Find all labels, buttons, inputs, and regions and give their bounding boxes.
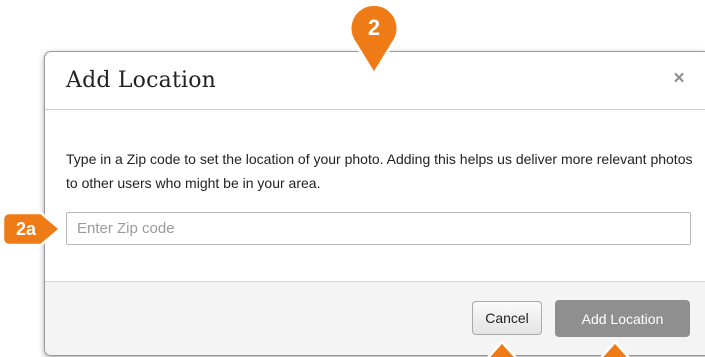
close-icon[interactable]: ×	[671, 69, 687, 88]
dialog-description: Type in a Zip code to set the location o…	[66, 151, 693, 191]
add-location-dialog: Add Location × Type in a Zip code to set…	[44, 51, 705, 356]
add-location-button[interactable]: Add Location	[555, 300, 690, 337]
callout-2a-marker-icon	[1, 211, 62, 247]
dialog-body: Type in a Zip code to set the location o…	[45, 110, 705, 281]
cancel-button[interactable]: Cancel	[472, 301, 542, 335]
dialog-title: Add Location	[66, 68, 217, 93]
stage: Add Location × Type in a Zip code to set…	[0, 0, 705, 357]
callout-2-marker-icon	[348, 2, 400, 76]
callout-add-location-marker-icon	[599, 340, 631, 357]
zip-code-input[interactable]	[66, 212, 691, 245]
callout-cancel-marker-icon	[486, 340, 518, 357]
